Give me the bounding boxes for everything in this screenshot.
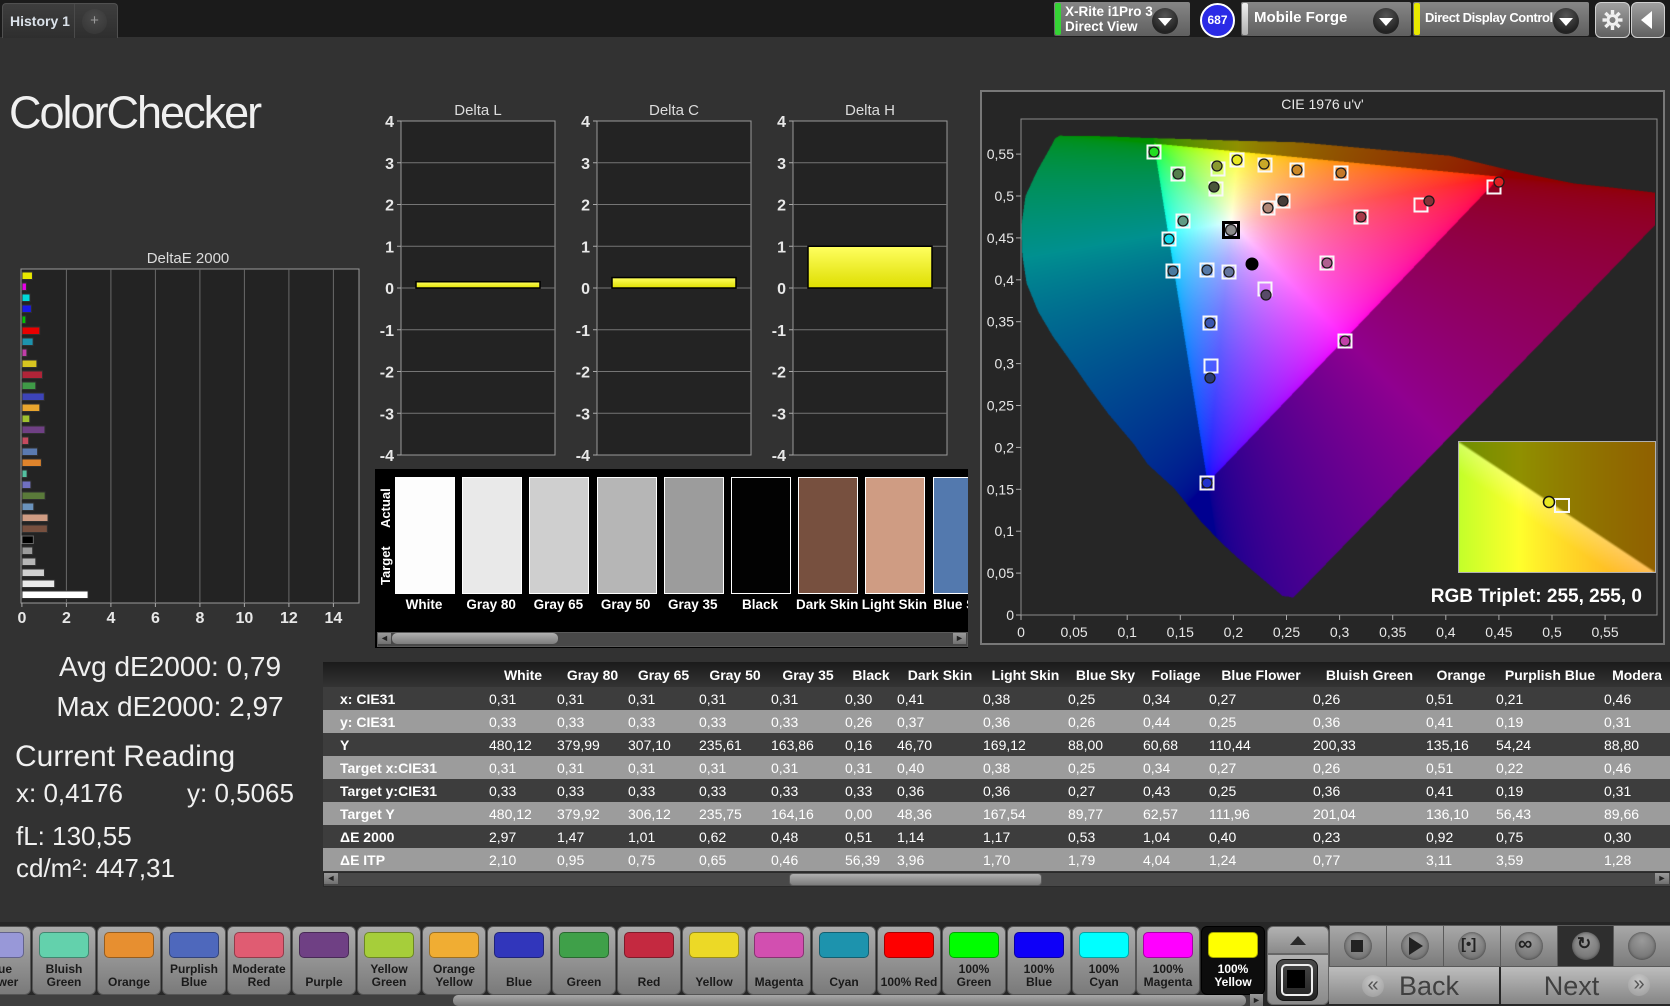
svg-text:3: 3 xyxy=(385,156,394,173)
svg-text:DeltaE 2000: DeltaE 2000 xyxy=(147,250,230,267)
svg-text:-2: -2 xyxy=(772,365,786,382)
svg-text:0,55: 0,55 xyxy=(987,146,1014,162)
svg-text:0,4: 0,4 xyxy=(1436,624,1456,640)
svg-text:2: 2 xyxy=(385,198,394,215)
svg-text:0,3: 0,3 xyxy=(995,356,1015,372)
svg-text:-1: -1 xyxy=(772,323,786,340)
svg-text:6: 6 xyxy=(151,610,160,627)
svg-text:1: 1 xyxy=(777,239,786,256)
svg-text:-4: -4 xyxy=(772,448,786,465)
svg-text:1: 1 xyxy=(581,239,590,256)
svg-text:-3: -3 xyxy=(576,406,590,423)
svg-text:0: 0 xyxy=(385,281,394,298)
svg-text:1: 1 xyxy=(385,239,394,256)
svg-text:0,15: 0,15 xyxy=(987,481,1014,497)
svg-text:-2: -2 xyxy=(576,365,590,382)
svg-text:-2: -2 xyxy=(380,365,394,382)
svg-text:Delta L: Delta L xyxy=(454,102,502,119)
svg-text:0,2: 0,2 xyxy=(995,439,1015,455)
svg-text:4: 4 xyxy=(777,114,786,131)
svg-text:Delta H: Delta H xyxy=(845,102,895,119)
svg-text:10: 10 xyxy=(236,610,254,627)
svg-text:0,45: 0,45 xyxy=(1485,624,1512,640)
svg-text:-1: -1 xyxy=(576,323,590,340)
svg-text:-1: -1 xyxy=(380,323,394,340)
svg-text:2: 2 xyxy=(581,198,590,215)
svg-text:0,55: 0,55 xyxy=(1591,624,1618,640)
svg-text:0,2: 0,2 xyxy=(1224,624,1244,640)
svg-text:-4: -4 xyxy=(380,448,394,465)
svg-text:3: 3 xyxy=(777,156,786,173)
svg-text:-4: -4 xyxy=(576,448,590,465)
svg-text:0,35: 0,35 xyxy=(987,314,1014,330)
svg-text:0,3: 0,3 xyxy=(1330,624,1350,640)
svg-text:0,1: 0,1 xyxy=(995,523,1015,539)
svg-text:14: 14 xyxy=(325,610,343,627)
svg-text:0: 0 xyxy=(581,281,590,298)
svg-text:0,35: 0,35 xyxy=(1379,624,1406,640)
svg-text:Delta C: Delta C xyxy=(649,102,699,119)
svg-text:4: 4 xyxy=(385,114,394,131)
svg-text:0,05: 0,05 xyxy=(1060,624,1087,640)
svg-text:12: 12 xyxy=(280,610,298,627)
svg-text:0,5: 0,5 xyxy=(995,188,1015,204)
svg-text:4: 4 xyxy=(106,610,115,627)
svg-text:2: 2 xyxy=(62,610,71,627)
svg-text:0: 0 xyxy=(777,281,786,298)
svg-text:0,45: 0,45 xyxy=(987,230,1014,246)
svg-text:0: 0 xyxy=(17,610,26,627)
svg-text:RGB Triplet: 255, 255, 0: RGB Triplet: 255, 255, 0 xyxy=(1431,586,1642,607)
svg-text:0,25: 0,25 xyxy=(987,398,1014,414)
svg-text:0,05: 0,05 xyxy=(987,565,1014,581)
svg-text:0: 0 xyxy=(1006,607,1014,623)
svg-text:0,15: 0,15 xyxy=(1167,624,1194,640)
svg-text:0: 0 xyxy=(1017,624,1025,640)
svg-text:0,1: 0,1 xyxy=(1117,624,1137,640)
svg-text:-3: -3 xyxy=(380,406,394,423)
svg-text:8: 8 xyxy=(195,610,204,627)
svg-text:-3: -3 xyxy=(772,406,786,423)
svg-text:0,25: 0,25 xyxy=(1273,624,1300,640)
svg-text:0,5: 0,5 xyxy=(1542,624,1562,640)
svg-text:3: 3 xyxy=(581,156,590,173)
svg-text:0,4: 0,4 xyxy=(995,272,1015,288)
svg-text:2: 2 xyxy=(777,198,786,215)
svg-text:4: 4 xyxy=(581,114,590,131)
